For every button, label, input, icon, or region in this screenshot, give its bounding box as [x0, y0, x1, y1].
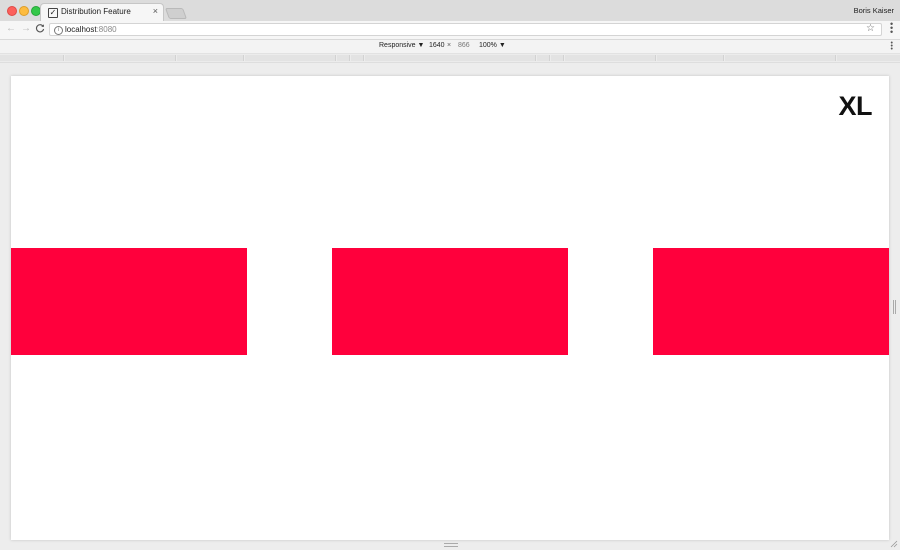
tab-close-icon[interactable]: ×	[153, 6, 158, 16]
viewport-height-input[interactable]: 866	[458, 42, 470, 49]
dimension-separator: ×	[447, 42, 452, 49]
forward-arrow-icon[interactable]: →	[20, 23, 32, 35]
media-query-segment[interactable]	[245, 55, 336, 61]
browser-window: ✓ Distribution Feature × Boris Kaiser ← …	[0, 0, 900, 550]
distribution-item-3	[653, 248, 889, 355]
media-query-segment[interactable]	[537, 55, 550, 61]
address-bar[interactable]: i localhost:8080 ☆	[49, 23, 882, 36]
media-query-segment[interactable]	[177, 55, 244, 61]
viewport-corner-resize-icon[interactable]	[890, 540, 898, 548]
media-query-segment[interactable]	[657, 55, 724, 61]
device-toolbar: Responsive ▼ 1640 × 866 100% ▼ • • •	[0, 40, 900, 54]
profile-name[interactable]: Boris Kaiser	[854, 6, 894, 15]
browser-menu-icon[interactable]: • • •	[890, 20, 893, 37]
reload-glyph	[35, 24, 45, 33]
media-query-segment[interactable]	[0, 55, 64, 61]
breakpoint-label: XL	[838, 91, 872, 121]
media-query-segment[interactable]	[365, 55, 536, 61]
tab-strip: ✓ Distribution Feature × Boris Kaiser	[0, 0, 900, 22]
media-query-segment[interactable]	[65, 55, 176, 61]
media-query-segment[interactable]	[551, 55, 564, 61]
url-text[interactable]: localhost:8080	[65, 25, 117, 34]
tab-distribution-feature[interactable]: ✓ Distribution Feature ×	[40, 3, 164, 21]
distribution-item-2	[332, 248, 568, 355]
device-toolbar-menu-icon[interactable]: • • •	[891, 40, 893, 53]
media-query-bar	[0, 54, 900, 63]
zoom-select[interactable]: 100% ▼	[479, 42, 506, 49]
corner-resize-glyph	[890, 540, 898, 548]
viewport-height-resize-handle[interactable]	[444, 543, 458, 547]
viewport-width-resize-handle[interactable]	[893, 300, 896, 314]
media-query-segment[interactable]	[337, 55, 350, 61]
url-host: localhost	[65, 25, 97, 34]
viewport-width-input[interactable]: 1640	[429, 42, 445, 49]
url-port: :8080	[96, 25, 117, 34]
browser-toolbar: ← → i localhost:8080 ☆ • • •	[0, 20, 900, 40]
device-select[interactable]: Responsive ▼	[379, 42, 424, 49]
media-query-segment[interactable]	[725, 55, 836, 61]
minimize-window-button[interactable]	[19, 6, 29, 16]
back-arrow-icon[interactable]: ←	[5, 23, 17, 35]
tab-title: Distribution Feature	[61, 7, 131, 16]
distribution-item-1	[11, 248, 247, 355]
bookmark-star-icon[interactable]: ☆	[866, 23, 875, 34]
emulated-viewport: XL	[11, 76, 889, 540]
info-icon[interactable]: i	[54, 26, 63, 35]
checkbox-favicon-icon: ✓	[48, 8, 58, 18]
new-tab-button[interactable]	[164, 8, 188, 19]
media-query-segment[interactable]	[351, 55, 364, 61]
close-window-button[interactable]	[7, 6, 17, 16]
media-query-segment[interactable]	[837, 55, 900, 61]
reload-icon[interactable]	[34, 23, 46, 35]
media-query-segment[interactable]	[565, 55, 656, 61]
